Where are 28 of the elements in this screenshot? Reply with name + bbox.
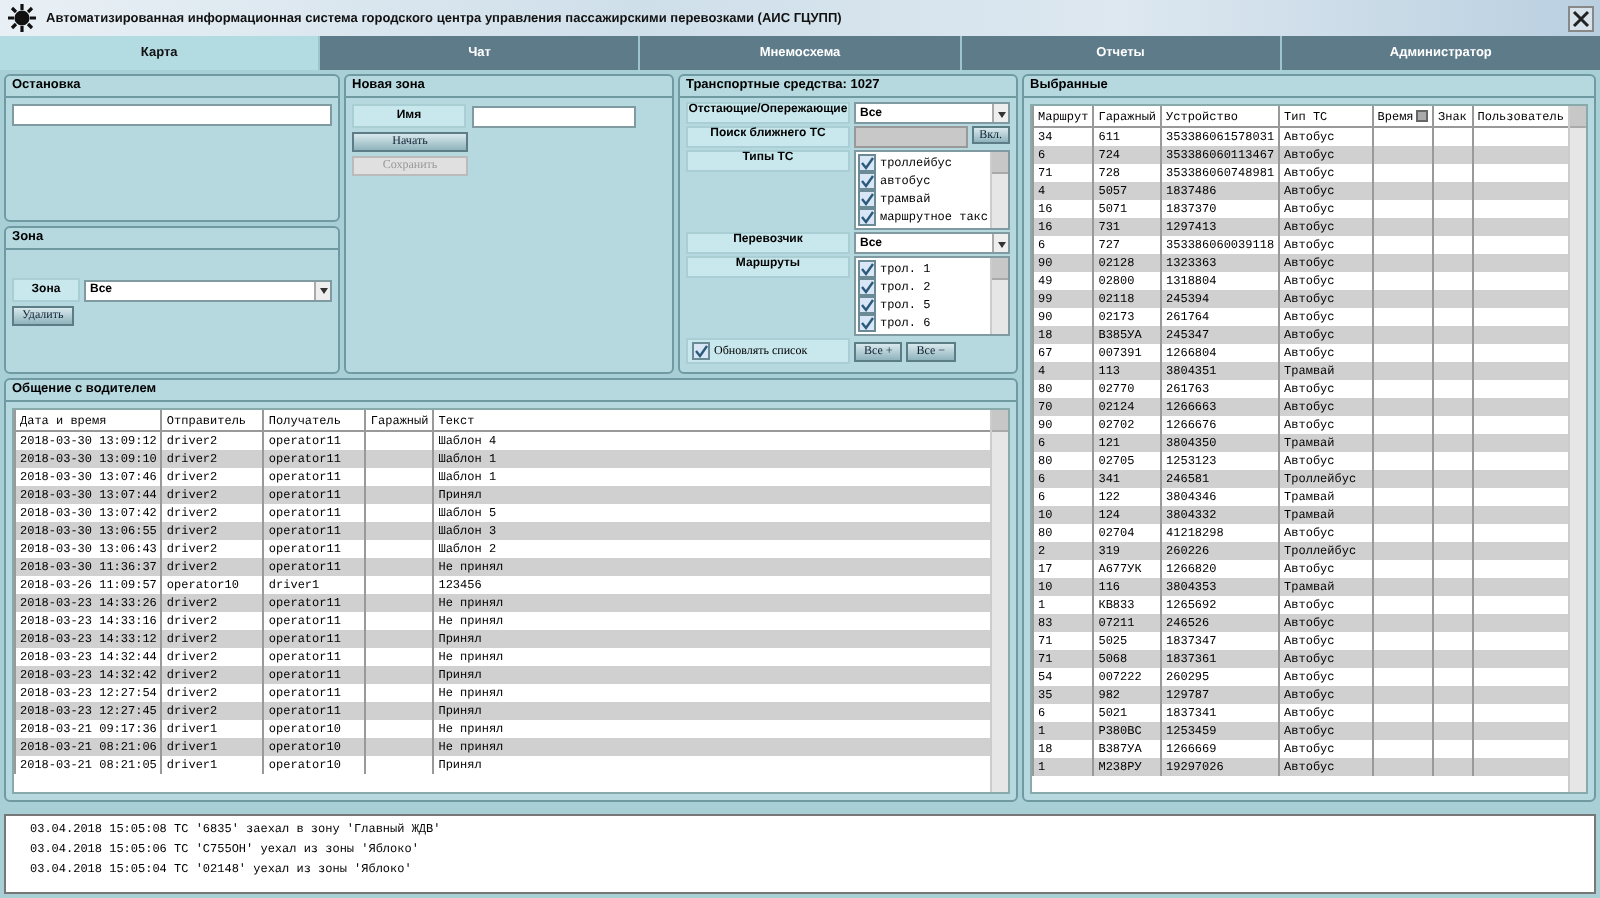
checkbox[interactable] bbox=[857, 278, 876, 296]
scroll-thumb[interactable] bbox=[992, 410, 1008, 432]
close-button[interactable] bbox=[1568, 5, 1594, 31]
checkbox[interactable] bbox=[857, 208, 876, 226]
scrollbar[interactable] bbox=[990, 258, 1008, 334]
stop-field[interactable] bbox=[12, 104, 332, 126]
checkbox[interactable] bbox=[857, 314, 876, 332]
scroll-thumb[interactable] bbox=[992, 258, 1008, 280]
close-icon bbox=[1572, 9, 1590, 27]
name-field[interactable] bbox=[472, 105, 636, 127]
caret-icon bbox=[995, 107, 1007, 119]
checkbox[interactable] bbox=[691, 342, 710, 360]
checkbox[interactable] bbox=[857, 296, 876, 314]
checkbox[interactable] bbox=[857, 154, 876, 172]
caret-icon bbox=[317, 284, 329, 296]
checkbox[interactable] bbox=[857, 260, 876, 278]
checkbox[interactable] bbox=[857, 190, 876, 208]
grid-icon bbox=[1415, 109, 1428, 122]
caret-icon bbox=[995, 237, 1007, 249]
starburst-icon bbox=[6, 2, 38, 34]
scroll-thumb[interactable] bbox=[1570, 106, 1586, 128]
scroll-thumb[interactable] bbox=[992, 152, 1008, 174]
check-icon bbox=[693, 344, 708, 358]
scrollbar[interactable] bbox=[990, 152, 1008, 228]
scrollbar[interactable] bbox=[990, 410, 1008, 792]
checkbox[interactable] bbox=[857, 172, 876, 190]
scrollbar[interactable] bbox=[1568, 106, 1586, 792]
search-field[interactable] bbox=[853, 126, 968, 148]
